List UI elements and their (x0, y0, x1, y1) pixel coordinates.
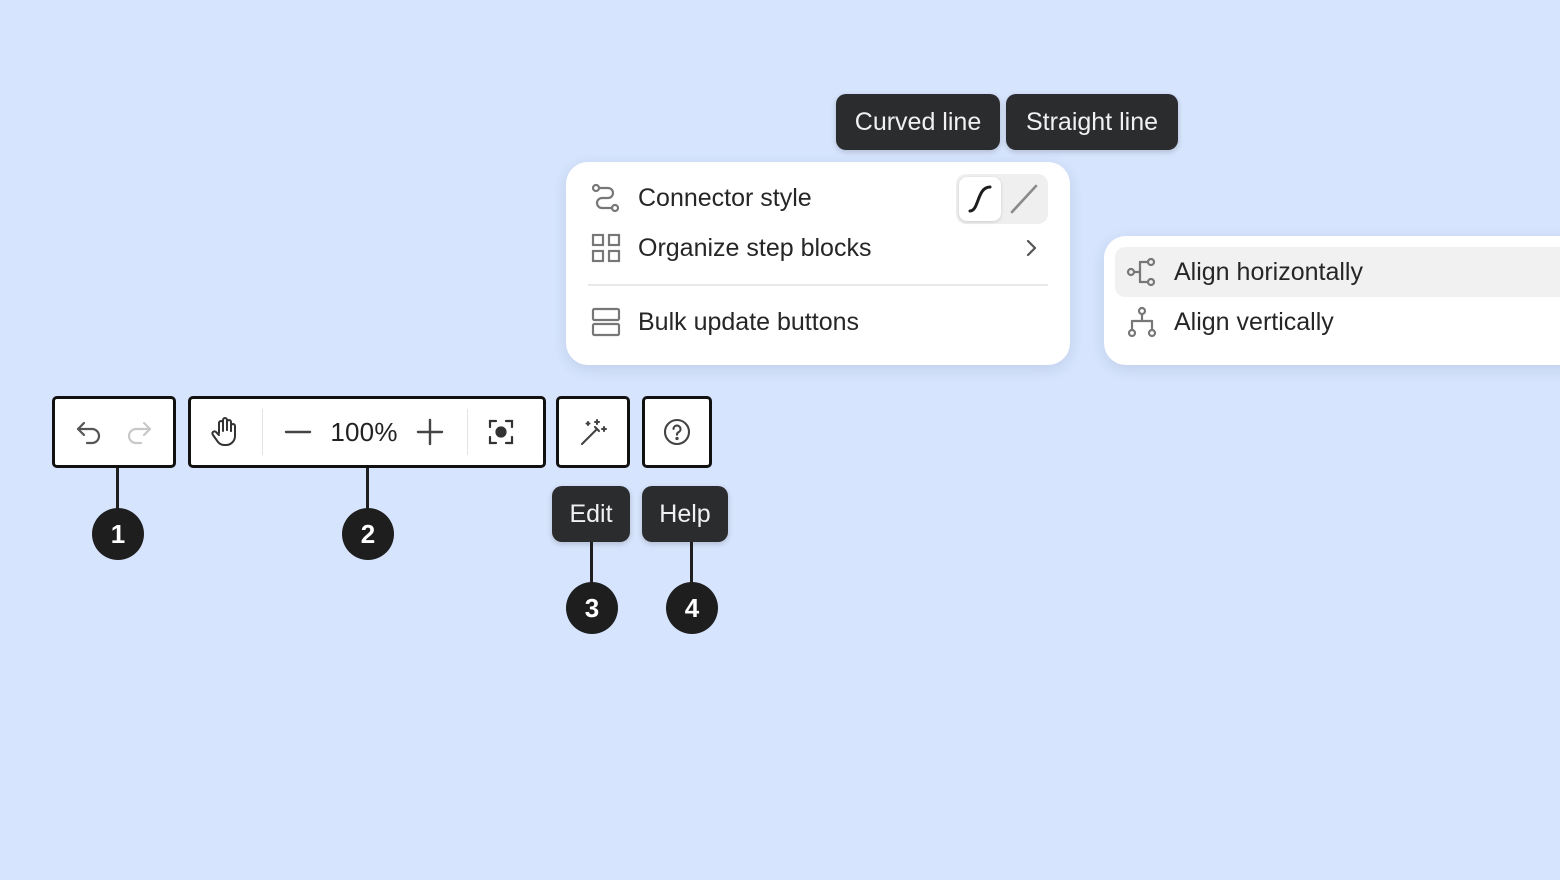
help-circle-icon (663, 418, 691, 446)
tooltip-help-text: Help (659, 499, 711, 528)
help-group (642, 396, 712, 468)
tooltip-straight-line: Straight line (1006, 94, 1178, 150)
chevron-right-icon (1026, 239, 1037, 257)
edit-menu: Connector style Organize step blocks Bul… (566, 162, 1070, 365)
submenu-item-align-vertically-label: Align vertically (1174, 307, 1334, 336)
submenu-item-align-horizontally-label: Align horizontally (1174, 257, 1363, 286)
callout-2-stem (366, 468, 369, 510)
straight-line-icon (1010, 184, 1038, 214)
plus-icon (416, 418, 444, 446)
menu-item-connector-style: Connector style (590, 178, 812, 218)
tooltip-curved-line: Curved line (836, 94, 1000, 150)
tooltip-help: Help (642, 486, 728, 542)
callout-4-number: 4 (684, 592, 700, 623)
zoom-group: 100% (188, 396, 546, 468)
zoom-out-button[interactable] (276, 410, 320, 454)
rows-icon (591, 307, 621, 337)
menu-item-connector-style-label: Connector style (638, 183, 812, 212)
submenu-item-align-horizontally[interactable]: Align horizontally (1115, 247, 1560, 297)
undo-icon (76, 421, 101, 445)
zoom-level[interactable]: 100% (320, 417, 408, 448)
fit-to-screen-icon (488, 419, 514, 445)
tooltip-curved-line-text: Curved line (854, 107, 982, 136)
organize-submenu: Align horizontally Align vertically (1104, 236, 1560, 365)
zoom-in-button[interactable] (408, 410, 452, 454)
tooltip-straight-line-text: Straight line (1025, 107, 1159, 136)
help-button[interactable] (655, 410, 699, 454)
menu-item-bulk-update-buttons[interactable]: Bulk update buttons (590, 302, 859, 342)
connector-icon (591, 183, 620, 213)
zoom-group-divider-left (262, 409, 263, 455)
magic-wand-icon (580, 418, 608, 446)
fit-to-screen-button[interactable] (479, 410, 523, 454)
grid-icon (591, 233, 621, 263)
menu-item-bulk-update-buttons-label: Bulk update buttons (638, 307, 859, 336)
straight-line-option[interactable] (1003, 177, 1045, 221)
submenu-item-align-horizontally-content: Align horizontally (1126, 252, 1363, 292)
zoom-group-divider-right (467, 409, 468, 455)
pan-hand-button[interactable] (203, 410, 247, 454)
callout-1-badge: 1 (92, 508, 144, 560)
callout-3-stem (590, 542, 593, 584)
tooltip-edit-text: Edit (569, 499, 613, 528)
callout-1-stem (116, 468, 119, 510)
connector-style-toggle (956, 174, 1048, 224)
callout-4-stem (690, 542, 693, 584)
hand-icon (211, 417, 236, 446)
curved-line-option[interactable] (959, 177, 1001, 221)
callout-2-number: 2 (360, 518, 376, 549)
undo-button[interactable] (67, 410, 111, 454)
menu-item-organize-step-blocks-label: Organize step blocks (638, 233, 872, 262)
callout-2-badge: 2 (342, 508, 394, 560)
align-vertical-icon (1127, 306, 1157, 338)
callout-3-number: 3 (584, 592, 600, 623)
history-group (52, 396, 176, 468)
callout-3-badge: 3 (566, 582, 618, 634)
callout-4-badge: 4 (666, 582, 718, 634)
redo-icon (127, 421, 152, 445)
minus-icon (284, 430, 312, 434)
menu-divider (588, 284, 1048, 286)
edit-group (556, 396, 630, 468)
tooltip-edit: Edit (552, 486, 630, 542)
align-horizontal-icon (1126, 257, 1156, 287)
redo-button[interactable] (117, 410, 161, 454)
submenu-item-align-vertically[interactable]: Align vertically (1126, 302, 1334, 342)
callout-1-number: 1 (110, 518, 126, 549)
edit-button[interactable] (571, 410, 615, 454)
menu-item-organize-step-blocks[interactable]: Organize step blocks (590, 228, 1046, 268)
curved-line-icon (968, 185, 992, 213)
